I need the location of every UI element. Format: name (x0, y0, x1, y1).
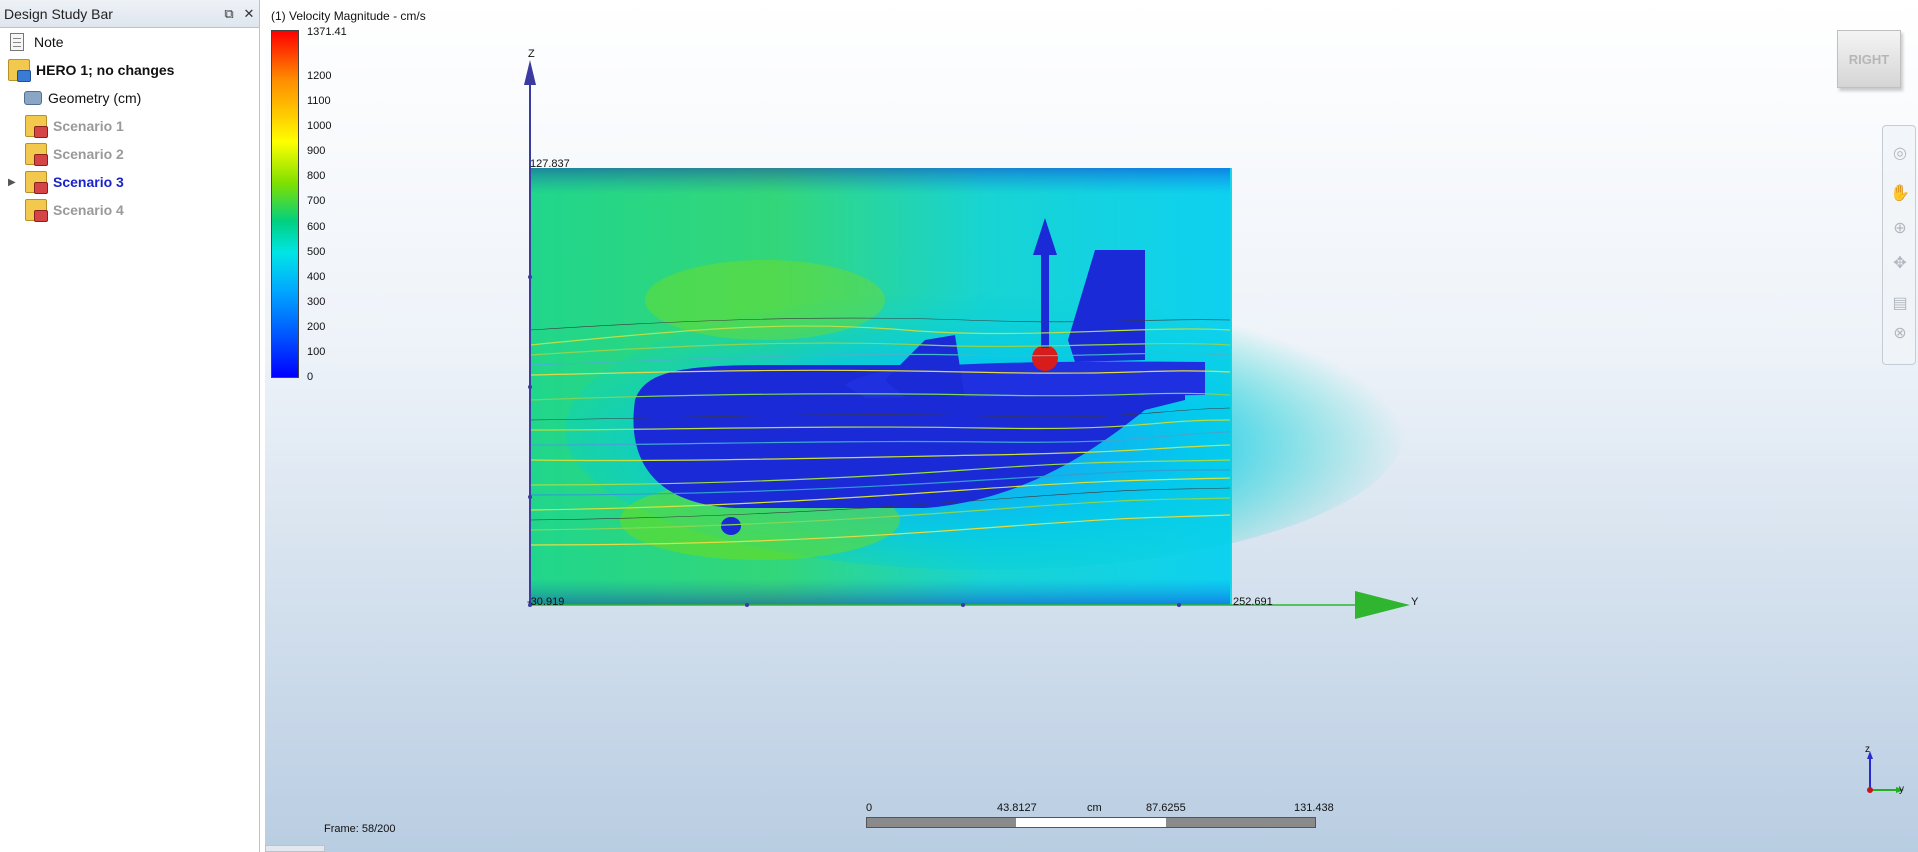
frame-counter: Frame: 58/200 (324, 823, 396, 835)
tree-item-label: Geometry (cm) (48, 90, 142, 106)
scenario-folder-icon (25, 171, 48, 194)
graphics-viewport[interactable]: (1) Velocity Magnitude - cm/s 1371.41 12… (265, 0, 1918, 852)
geometry-icon (24, 91, 42, 105)
scale-label-2: 87.6255 (1146, 802, 1186, 814)
design-study-bar-title: Design Study Bar (4, 5, 113, 22)
viewport-tab[interactable] (265, 845, 325, 852)
scale-unit: cm (1087, 802, 1102, 814)
z-axis-label: Z (528, 48, 535, 60)
restore-window-icon[interactable]: ⧉ (219, 4, 239, 24)
tree-item-note[interactable]: Note (0, 28, 259, 56)
y-axis-label: Y (1411, 596, 1419, 608)
fit-icon[interactable]: ✥ (1890, 254, 1910, 274)
design-study-bar-header: Design Study Bar ⧉ ✕ (0, 0, 259, 28)
close-view-icon[interactable]: ⊗ (1890, 324, 1910, 344)
tree-item-label: Scenario 1 (53, 118, 124, 134)
tree-item-scenario-4[interactable]: Scenario 4 (0, 196, 259, 224)
tree-item-design[interactable]: HERO 1; no changes (0, 56, 259, 84)
scale-segment (1016, 818, 1166, 827)
tree-item-label: Scenario 3 (53, 174, 124, 190)
tree-item-label: HERO 1; no changes (36, 62, 175, 78)
scenario-folder-icon (25, 199, 48, 222)
scenario-folder-icon (25, 143, 48, 166)
design-folder-icon (8, 59, 31, 82)
pan-icon[interactable]: ✋ (1890, 184, 1910, 204)
scale-label-1: 43.8127 (997, 802, 1037, 814)
flow-result-scene[interactable] (265, 0, 1918, 852)
scale-label-3: 131.438 (1294, 802, 1334, 814)
note-icon (10, 33, 24, 51)
origin-value: -30.919 (527, 596, 565, 608)
tree-item-label: Scenario 4 (53, 202, 124, 218)
scale-label-0: 0 (866, 802, 873, 814)
design-study-bar: Design Study Bar ⧉ ✕ Note HERO 1; no cha… (0, 0, 260, 852)
scenario-folder-icon (25, 115, 48, 138)
expand-arrow-icon[interactable]: ▶ (8, 177, 18, 188)
triad-y-label: y (1899, 784, 1904, 795)
scale-segment (1165, 818, 1315, 827)
tree-item-scenario-1[interactable]: Scenario 1 (0, 112, 259, 140)
zoom-icon[interactable]: ⊕ (1890, 219, 1910, 239)
tree-item-geometry[interactable]: Geometry (cm) (0, 84, 259, 112)
scale-bar (866, 817, 1316, 828)
tree-item-label: Note (34, 34, 64, 50)
scale-segment (867, 818, 1017, 827)
navigation-toolbar: ◎ ✋ ⊕ ✥ ▤ ⊗ (1882, 125, 1916, 365)
view-cube-label: RIGHT (1848, 51, 1890, 67)
close-icon[interactable]: ✕ (239, 4, 259, 24)
tree-item-scenario-3[interactable]: ▶ Scenario 3 (0, 168, 259, 196)
display-icon[interactable]: ▤ (1890, 294, 1910, 314)
tree-item-scenario-2[interactable]: Scenario 2 (0, 140, 259, 168)
orbit-icon[interactable]: ◎ (1890, 144, 1910, 164)
tree-item-label: Scenario 2 (53, 146, 124, 162)
z-top-value: 127.837 (530, 158, 570, 170)
view-cube[interactable]: RIGHT (1837, 30, 1901, 88)
triad-z-label: z (1865, 744, 1870, 755)
y-end-value: 252.691 (1233, 596, 1273, 608)
